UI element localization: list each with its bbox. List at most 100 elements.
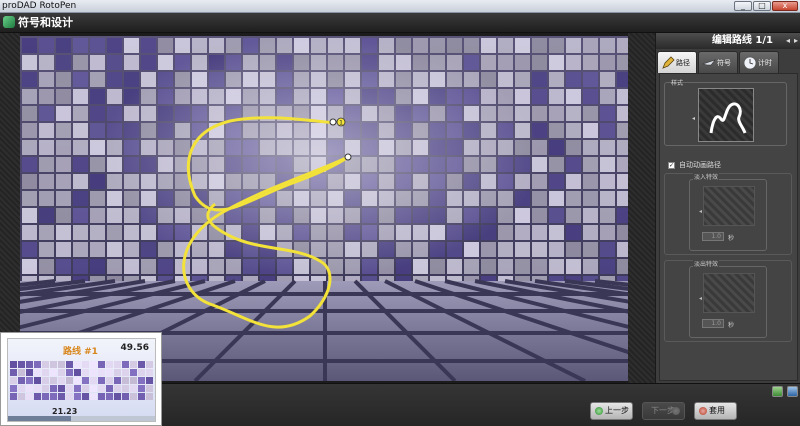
wall-tile <box>515 208 530 223</box>
thumbnail-time-bottom: 21.23 <box>52 407 78 416</box>
stage-right-border <box>628 33 655 383</box>
wall-tile <box>39 225 54 240</box>
auto-animate-checkbox[interactable]: ✓ <box>668 161 675 169</box>
wall-tile <box>464 38 479 53</box>
thumbnail-image <box>10 361 153 400</box>
fade-out-duration[interactable]: 1.0 <box>702 319 724 328</box>
path-thumbnail[interactable]: 路线 #1 49.56 21.23 <box>0 332 162 426</box>
wall-tile <box>158 38 173 53</box>
wall-tile <box>107 259 122 274</box>
wall-tile <box>600 89 615 104</box>
wall-tile <box>498 72 513 87</box>
wall-tile <box>481 259 496 274</box>
thumbnail-tile <box>34 377 41 384</box>
wall-tile <box>22 106 37 121</box>
wall-tile <box>141 259 156 274</box>
wall-tile <box>600 72 615 87</box>
path-start-handle[interactable] <box>329 118 337 126</box>
thumbnail-tile <box>146 369 153 376</box>
thumbnail-tile <box>42 385 49 392</box>
thumbnail-tile <box>138 369 145 376</box>
wall-tile <box>124 259 139 274</box>
thumbnail-tile <box>146 385 153 392</box>
wall-tile <box>73 174 88 189</box>
fade-in-preview[interactable] <box>703 186 755 226</box>
style-label: 样式 <box>671 80 684 87</box>
thumbnail-tile <box>106 385 113 392</box>
style-preview[interactable] <box>698 88 754 142</box>
thumbnail-tile <box>90 361 97 368</box>
thumbnail-tile <box>82 361 89 368</box>
tab-path-label: 路径 <box>676 59 690 67</box>
thumbnail-tile <box>10 361 17 368</box>
wall-tile <box>600 38 615 53</box>
tab-timing[interactable]: 计时 <box>739 51 779 73</box>
wall-tile <box>549 208 564 223</box>
wall-tile <box>90 208 105 223</box>
wall-tile <box>192 38 207 53</box>
preview-canvas[interactable]: 1 <box>20 36 628 381</box>
wall-tile <box>22 225 37 240</box>
wall-tile <box>600 106 615 121</box>
thumbnail-tile <box>82 369 89 376</box>
style-arrow-icon[interactable]: ◂ <box>692 115 695 122</box>
apply-label: 套用 <box>709 406 725 415</box>
thumbnail-tile <box>130 393 137 400</box>
fade-in-arrow-icon[interactable]: ◂ <box>699 208 702 215</box>
wall-tile <box>549 259 564 274</box>
next-step-button[interactable]: 下一步 <box>642 402 685 420</box>
wall-tile <box>600 208 615 223</box>
fade-in-unit: 秒 <box>728 235 735 242</box>
thumbnail-tile <box>74 377 81 384</box>
preview-toggle-icon[interactable] <box>772 386 783 397</box>
wall-tile <box>107 208 122 223</box>
wall-tile <box>617 140 628 155</box>
wall-tile <box>549 140 564 155</box>
close-button[interactable]: x <box>772 1 798 11</box>
wall-tile <box>481 55 496 70</box>
path-end-handle[interactable] <box>344 153 352 161</box>
stage-left-border <box>0 33 20 383</box>
wall-tile <box>56 208 71 223</box>
wall-tile <box>532 89 547 104</box>
wall-tile <box>583 157 598 172</box>
fade-in-box: ◂ 1.0 秒 <box>689 179 767 251</box>
wall-tile <box>158 55 173 70</box>
apply-button[interactable]: 套用 <box>694 402 737 420</box>
minimize-button[interactable]: _ <box>734 1 752 11</box>
wall-tile <box>549 106 564 121</box>
wall-tile <box>532 259 547 274</box>
fade-out-unit: 秒 <box>728 322 735 329</box>
wall-tile <box>56 191 71 206</box>
wall-tile <box>56 106 71 121</box>
wall-tile <box>600 123 615 138</box>
wall-tile <box>617 208 628 223</box>
thumbnail-tile <box>58 369 65 376</box>
fade-out-preview[interactable] <box>703 273 755 313</box>
maximize-button[interactable]: □ <box>753 1 771 11</box>
wall-tile <box>90 242 105 257</box>
tab-symbol[interactable]: 符号 <box>698 51 738 73</box>
wall-tile <box>39 242 54 257</box>
header-bar: 符号和设计 <box>0 13 800 33</box>
thumbnail-tile <box>66 369 73 376</box>
thumbnail-tile <box>10 377 17 384</box>
wall-tile <box>600 140 615 155</box>
fullscreen-icon[interactable] <box>787 386 798 397</box>
wall-tile <box>124 38 139 53</box>
thumbnail-tile <box>74 361 81 368</box>
wall-tile <box>549 225 564 240</box>
route-nav: ◂ ▸ <box>786 36 798 46</box>
thumbnail-tile <box>90 369 97 376</box>
wall-tile <box>124 242 139 257</box>
next-route-arrow-icon[interactable]: ▸ <box>794 36 798 46</box>
tab-path[interactable]: 路径 <box>657 51 697 73</box>
thumbnail-tile <box>130 377 137 384</box>
thumbnail-tile <box>26 385 33 392</box>
prev-step-button[interactable]: 上一步 <box>590 402 633 420</box>
edit-panel: 编辑路线 1/1 ◂ ▸ 路径 符号 计时 样式 ◂ ✓ 自动动画路径 ◂ 1.… <box>655 33 800 383</box>
prev-route-arrow-icon[interactable]: ◂ <box>786 36 790 46</box>
wall-tile <box>549 242 564 257</box>
fade-in-duration[interactable]: 1.0 <box>702 232 724 241</box>
fade-out-arrow-icon[interactable]: ◂ <box>699 295 702 302</box>
